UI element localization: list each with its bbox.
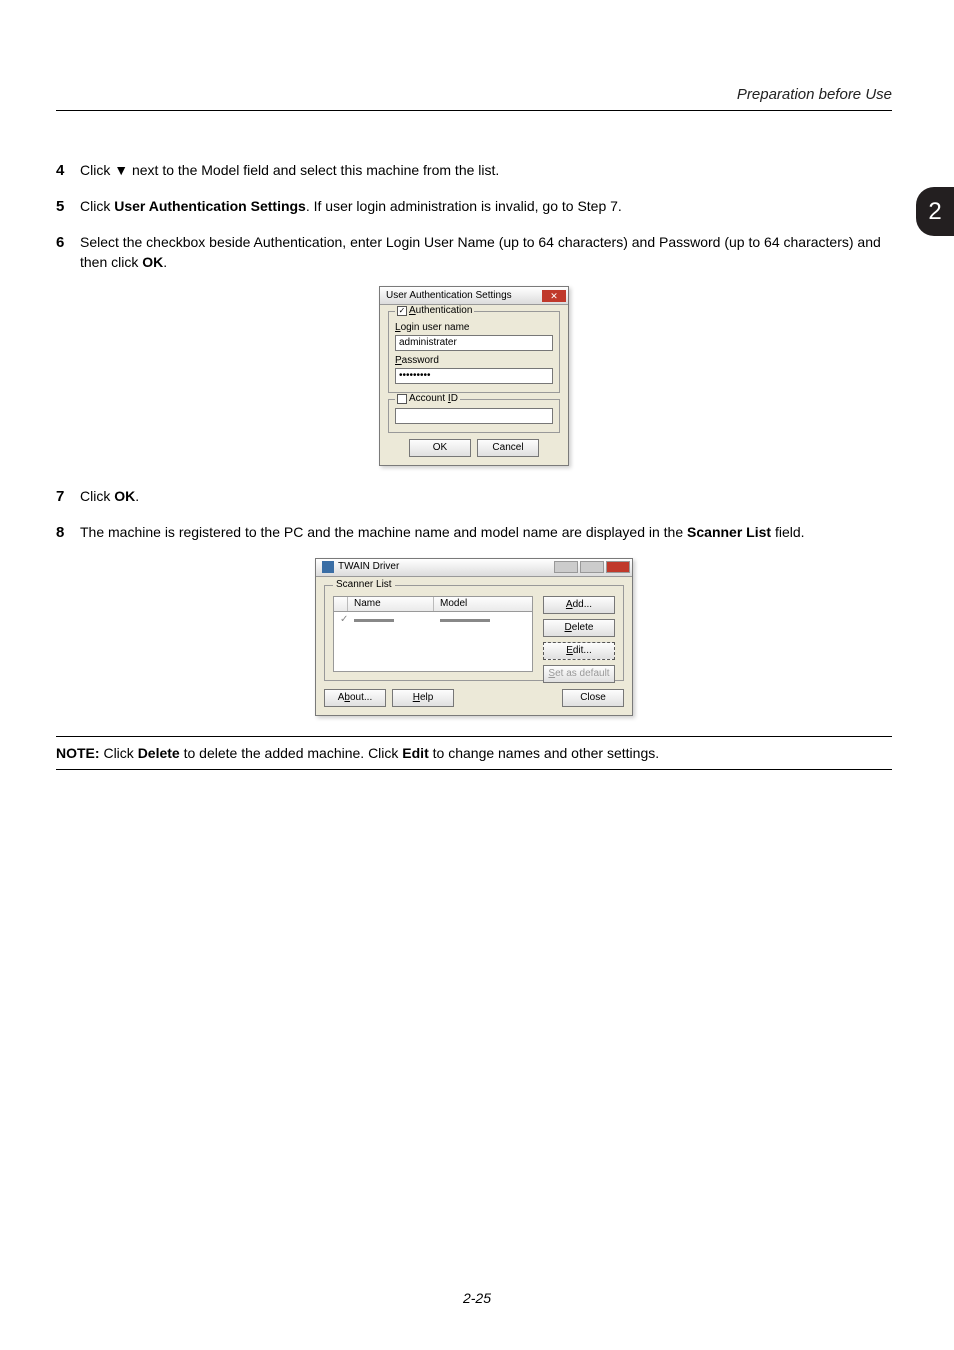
dialog-title: TWAIN Driver	[322, 558, 399, 576]
title-text: TWAIN Driver	[338, 558, 399, 576]
text: . If user login administration is invali…	[306, 198, 622, 214]
step-4: 4 Click ▼ next to the Model field and se…	[56, 160, 892, 182]
maximize-icon[interactable]	[580, 561, 604, 573]
header-title: Preparation before Use	[737, 86, 892, 103]
step-8: 8 The machine is registered to the PC an…	[56, 522, 892, 544]
content-area: 4 Click ▼ next to the Model field and se…	[56, 160, 892, 770]
dialog-1-wrap: User Authentication Settings ✕ ✓ Authent…	[56, 286, 892, 466]
step-number: 8	[56, 522, 80, 544]
close-icon[interactable]: ✕	[542, 290, 566, 302]
dialog-title-bar: User Authentication Settings ✕	[380, 287, 568, 305]
note-section: NOTE: Click Delete to delete the added m…	[56, 736, 892, 770]
about-button[interactable]: About...	[324, 689, 386, 707]
dialog-title-bar: TWAIN Driver	[316, 559, 632, 577]
text: Click	[80, 198, 114, 214]
text: The machine is registered to the PC and …	[80, 524, 687, 540]
bold-term: User Authentication Settings	[114, 198, 306, 214]
step-5: 5 Click User Authentication Settings. If…	[56, 196, 892, 218]
add-button[interactable]: Add...	[543, 596, 615, 614]
step-number: 5	[56, 196, 80, 218]
text: to delete the added machine. Click	[180, 745, 403, 761]
help-button[interactable]: Help	[392, 689, 454, 707]
account-fieldset: Account ID	[388, 399, 560, 433]
scanner-list-fieldset: Scanner List Name Model ✓ ▬▬▬▬ ▬▬▬▬▬	[324, 585, 624, 681]
text: to change names and other settings.	[429, 745, 659, 761]
window-buttons	[554, 561, 630, 573]
text: Click	[80, 488, 114, 504]
twain-driver-dialog: TWAIN Driver Scanner List Name	[315, 558, 633, 716]
note-divider-top	[56, 736, 892, 737]
chapter-tab: 2	[916, 187, 954, 236]
row-model: ▬▬▬▬▬	[434, 612, 532, 627]
cancel-button[interactable]: Cancel	[477, 439, 539, 457]
auth-label: Authentication	[409, 305, 472, 316]
account-legend: Account ID	[395, 393, 460, 404]
dialog-title: User Authentication Settings	[386, 287, 512, 305]
step-number: 6	[56, 232, 80, 273]
header-divider	[56, 110, 892, 111]
step-text: The machine is registered to the PC and …	[80, 522, 892, 544]
bold-term: OK	[114, 488, 135, 504]
table-row[interactable]: ✓ ▬▬▬▬ ▬▬▬▬▬	[333, 612, 533, 672]
text: .	[135, 488, 139, 504]
text: field.	[771, 524, 804, 540]
ok-button[interactable]: OK	[409, 439, 471, 457]
page-number: 2-25	[0, 1290, 954, 1306]
step-text: Click User Authentication Settings. If u…	[80, 196, 892, 218]
auth-checkbox[interactable]: ✓	[397, 306, 407, 316]
bold-term: Delete	[138, 745, 180, 761]
side-buttons: Add... Delete Edit... Set as default	[543, 596, 615, 683]
password-input[interactable]: •••••••••	[395, 368, 553, 384]
close-icon[interactable]	[606, 561, 630, 573]
bottom-left: About... Help	[324, 689, 454, 707]
text: next to the Model field and select this …	[128, 162, 499, 178]
step-text: Click OK.	[80, 486, 892, 508]
row-name: ▬▬▬▬	[348, 612, 434, 627]
step-text: Select the checkbox beside Authenticatio…	[80, 232, 892, 273]
step-number: 4	[56, 160, 80, 182]
set-default-button[interactable]: Set as default	[543, 665, 615, 683]
dialog-button-row: OK Cancel	[388, 439, 560, 457]
app-icon	[322, 561, 334, 573]
text: Click	[103, 745, 137, 761]
step-text: Click ▼ next to the Model field and sele…	[80, 160, 892, 182]
bold-term: Scanner List	[687, 524, 771, 540]
dialog-body: Scanner List Name Model ✓ ▬▬▬▬ ▬▬▬▬▬	[316, 577, 632, 715]
dialog-2-wrap: TWAIN Driver Scanner List Name	[56, 558, 892, 716]
scanner-list-label: Scanner List	[333, 579, 395, 590]
account-id-input[interactable]	[395, 408, 553, 424]
auth-legend: ✓ Authentication	[395, 305, 474, 316]
password-label: Password	[395, 355, 553, 366]
login-label: Login user name	[395, 322, 553, 333]
account-checkbox[interactable]	[397, 394, 407, 404]
note-divider-bottom	[56, 769, 892, 770]
dialog-body: ✓ Authentication Login user name adminis…	[380, 305, 568, 465]
bold-term: Edit	[402, 745, 428, 761]
step-number: 7	[56, 486, 80, 508]
bold-term: OK	[142, 254, 163, 270]
list-header: Name Model	[333, 596, 533, 612]
step-7: 7 Click OK.	[56, 486, 892, 508]
delete-button[interactable]: Delete	[543, 619, 615, 637]
col-model[interactable]: Model	[434, 597, 532, 611]
user-auth-dialog: User Authentication Settings ✕ ✓ Authent…	[379, 286, 569, 466]
text: Select the checkbox beside Authenticatio…	[80, 234, 881, 270]
edit-button[interactable]: Edit...	[543, 642, 615, 660]
auth-fieldset: ✓ Authentication Login user name adminis…	[388, 311, 560, 393]
close-button[interactable]: Close	[562, 689, 624, 707]
dropdown-triangle-icon: ▼	[114, 162, 128, 178]
bottom-button-row: About... Help Close	[324, 689, 624, 707]
col-name[interactable]: Name	[348, 597, 434, 611]
note-label: NOTE:	[56, 745, 103, 761]
text: Click	[80, 162, 114, 178]
login-username-input[interactable]: administrater	[395, 335, 553, 351]
account-label: Account ID	[409, 393, 458, 404]
row-check-icon: ✓	[334, 612, 348, 627]
text: .	[163, 254, 167, 270]
col-check[interactable]	[334, 597, 348, 611]
minimize-icon[interactable]	[554, 561, 578, 573]
step-6: 6 Select the checkbox beside Authenticat…	[56, 232, 892, 273]
note-text: NOTE: Click Delete to delete the added m…	[56, 745, 892, 761]
